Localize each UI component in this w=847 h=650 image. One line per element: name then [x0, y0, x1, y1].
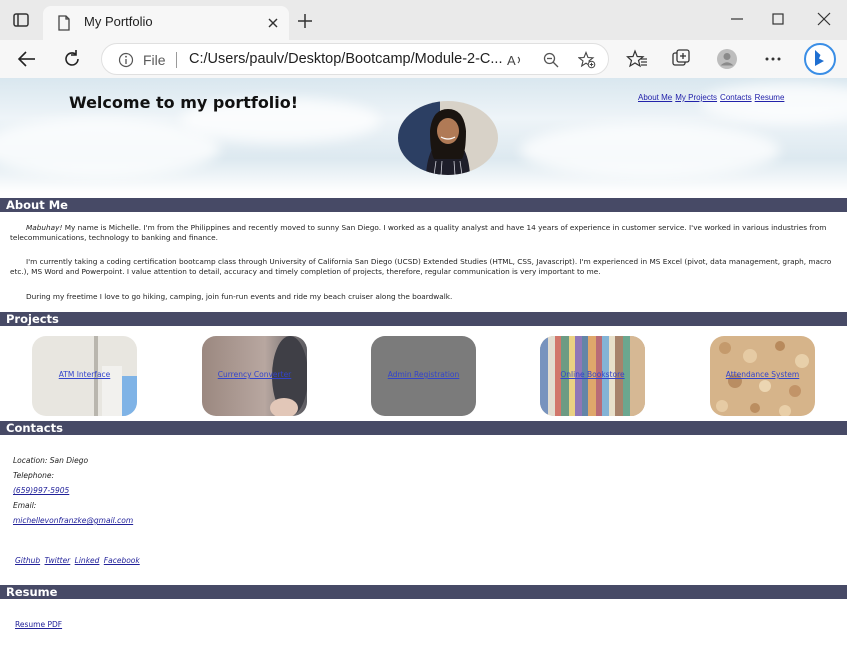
- project-card-bookstore[interactable]: Online Bookstore: [540, 336, 645, 416]
- zoom-out-icon[interactable]: [542, 51, 560, 69]
- section-header-projects: Projects: [0, 312, 847, 326]
- page-content: Welcome to my portfolio! About Me My Proj…: [0, 78, 847, 650]
- tab-active[interactable]: My Portfolio: [43, 6, 289, 40]
- project-link-atm[interactable]: ATM Interface: [32, 370, 137, 379]
- social-links: Github Twitter Linked Facebook: [15, 556, 142, 565]
- profile-avatar-icon[interactable]: [716, 48, 738, 70]
- project-link-attendance[interactable]: Attendance System: [710, 370, 815, 379]
- info-icon[interactable]: [118, 52, 134, 68]
- tab-title: My Portfolio: [84, 14, 153, 29]
- address-bar[interactable]: File C:/Users/paulv/Desktop/Bootcamp/Mod…: [101, 43, 609, 75]
- about-greeting: Mabuhay!: [26, 223, 63, 232]
- project-card-atm[interactable]: ATM Interface: [32, 336, 137, 416]
- social-link-facebook[interactable]: Facebook: [104, 556, 140, 565]
- browser-chrome: My Portfolio File C:/Users/paulv/Desktop…: [0, 0, 847, 78]
- refresh-icon[interactable]: [61, 48, 83, 70]
- nav-link-projects[interactable]: My Projects: [675, 93, 717, 102]
- cloud-decoration: [700, 83, 847, 123]
- about-paragraph-1-text: My name is Michelle. I'm from the Philip…: [10, 223, 827, 242]
- back-icon[interactable]: [16, 48, 38, 70]
- social-link-github[interactable]: Github: [15, 556, 40, 565]
- browser-toolbar: File C:/Users/paulv/Desktop/Bootcamp/Mod…: [0, 40, 847, 78]
- tab-strip: My Portfolio: [0, 0, 847, 40]
- resume-pdf-link[interactable]: Resume PDF: [15, 620, 62, 629]
- contact-phone-link[interactable]: (659)997-5905: [13, 486, 69, 495]
- address-separator: [176, 52, 177, 68]
- cloud-decoration: [520, 123, 780, 178]
- address-url[interactable]: C:/Users/paulv/Desktop/Bootcamp/Module-2…: [189, 51, 503, 67]
- contact-email-link[interactable]: michellevonfranzke@gmail.com: [13, 516, 133, 525]
- nav-link-about[interactable]: About Me: [638, 93, 672, 102]
- tab-actions-icon[interactable]: [12, 11, 30, 29]
- about-paragraph-3: During my freetime I love to go hiking, …: [26, 292, 453, 301]
- maximize-icon[interactable]: [769, 10, 787, 28]
- social-link-linkedin[interactable]: Linked: [75, 556, 100, 565]
- contact-telephone-label: Telephone:: [13, 471, 54, 480]
- add-favorite-icon[interactable]: [578, 51, 596, 69]
- profile-photo: [398, 101, 498, 175]
- close-tab-icon[interactable]: [264, 14, 282, 32]
- more-menu-icon[interactable]: [762, 48, 784, 70]
- project-link-currency[interactable]: Currency Converter: [202, 370, 307, 379]
- read-aloud-icon[interactable]: A: [506, 51, 524, 69]
- file-icon: [58, 15, 70, 31]
- project-card-attendance[interactable]: Attendance System: [710, 336, 815, 416]
- bing-copilot-icon[interactable]: [803, 43, 837, 75]
- nav-link-contacts[interactable]: Contacts: [720, 93, 752, 102]
- new-tab-icon[interactable]: [296, 12, 314, 30]
- favorites-icon[interactable]: [626, 48, 648, 70]
- project-link-bookstore[interactable]: Online Bookstore: [540, 370, 645, 379]
- hero-banner: Welcome to my portfolio! About Me My Proj…: [0, 78, 847, 193]
- project-card-currency[interactable]: Currency Converter: [202, 336, 307, 416]
- page-title: Welcome to my portfolio!: [69, 93, 299, 112]
- nav-link-resume[interactable]: Resume: [755, 93, 785, 102]
- close-window-icon[interactable]: [815, 10, 833, 28]
- about-paragraph-1: Mabuhay! My name is Michelle. I'm from t…: [10, 223, 836, 243]
- project-link-admin[interactable]: Admin Registration: [371, 370, 476, 379]
- section-header-contacts: Contacts: [0, 421, 847, 435]
- contact-location: Location: San Diego: [13, 456, 89, 465]
- about-paragraph-2: I'm currently taking a coding certificat…: [10, 257, 832, 276]
- collections-icon[interactable]: [670, 48, 692, 70]
- project-card-admin[interactable]: Admin Registration: [371, 336, 476, 416]
- address-scheme-label: File: [143, 52, 166, 68]
- contact-email-label: Email:: [13, 501, 37, 510]
- section-header-resume: Resume: [0, 585, 847, 599]
- top-nav: About Me My Projects Contacts Resume: [638, 93, 787, 102]
- section-header-about: About Me: [0, 198, 847, 212]
- minimize-icon[interactable]: [728, 10, 746, 28]
- svg-text:A: A: [507, 53, 516, 68]
- social-link-twitter[interactable]: Twitter: [45, 556, 71, 565]
